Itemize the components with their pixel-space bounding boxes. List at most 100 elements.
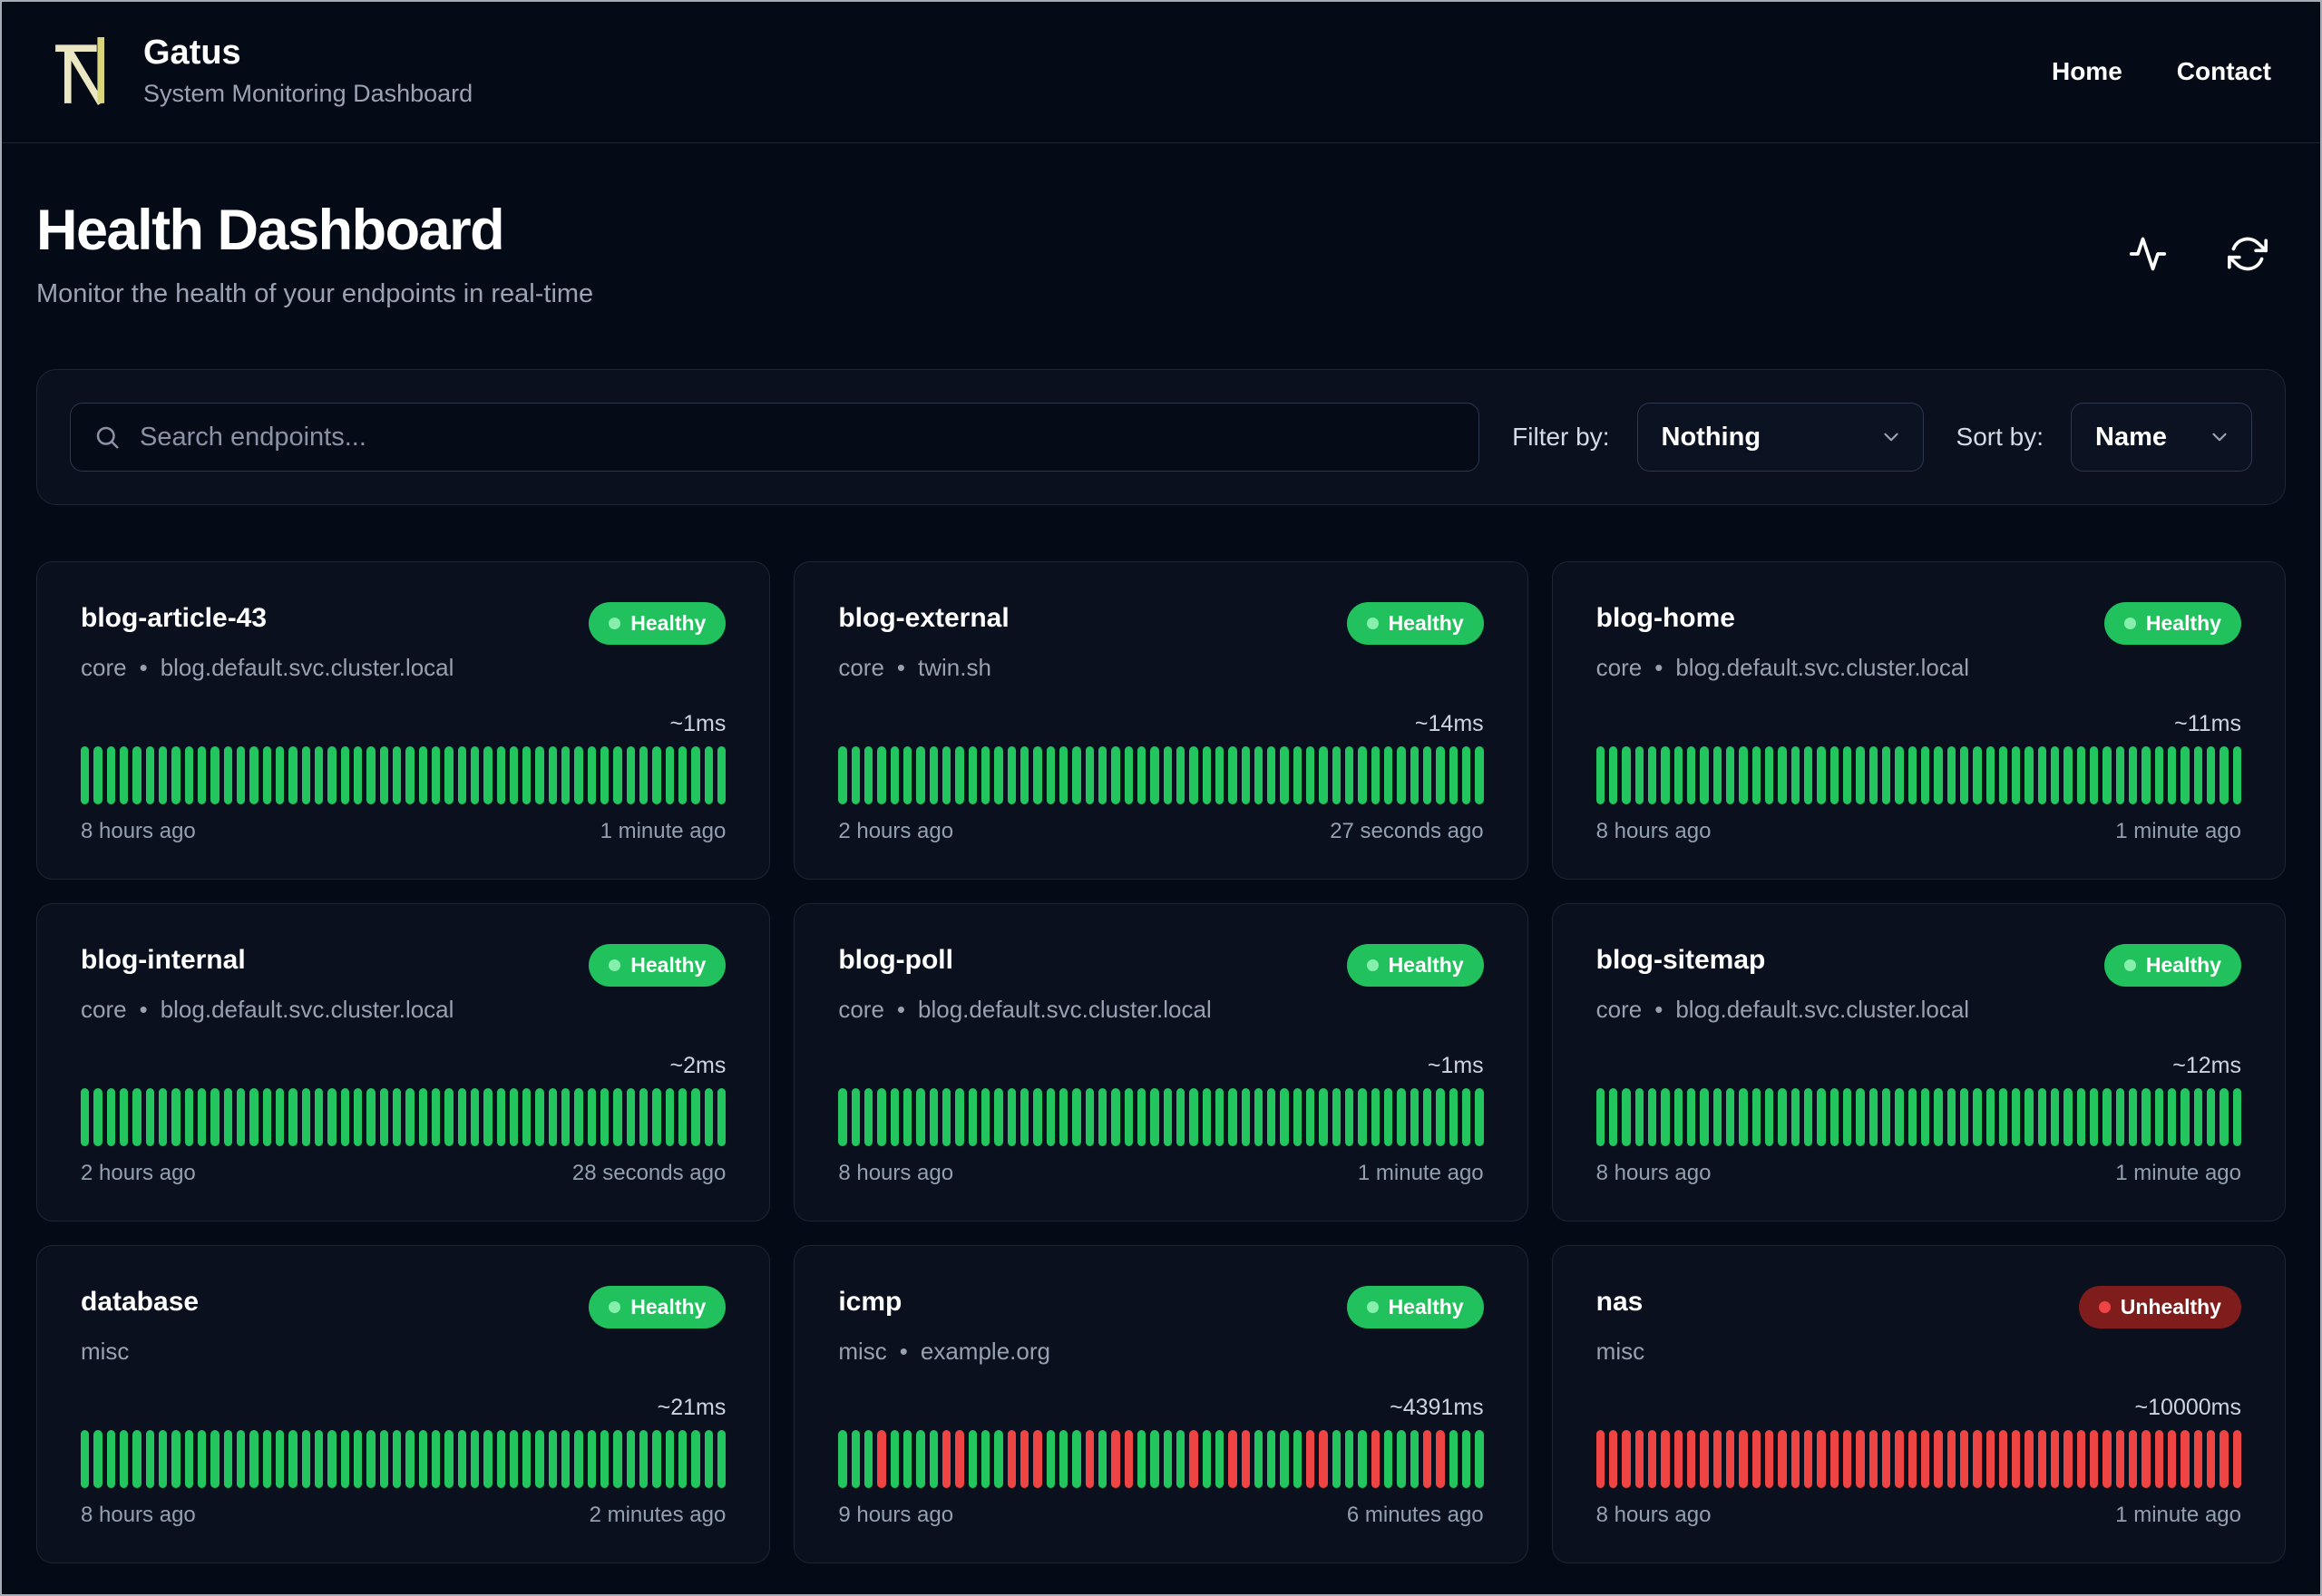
health-bar: [1622, 746, 1631, 804]
health-bar: [981, 746, 990, 804]
endpoint-meta: core • blog.default.svc.cluster.local: [1596, 996, 2241, 1024]
latency-value: ~2ms: [669, 1053, 727, 1078]
health-bar: [1358, 746, 1367, 804]
health-bar: [1176, 746, 1185, 804]
health-bar: [93, 746, 102, 804]
endpoint-name: nas: [1595, 1287, 1644, 1317]
health-bar: [600, 1430, 610, 1488]
health-bar: [1124, 746, 1133, 804]
nav-link-home[interactable]: Home: [2052, 57, 2122, 86]
time-range: 9 hours ago 6 minutes ago: [838, 1503, 1483, 1528]
time-range: 2 hours ago 28 seconds ago: [81, 1161, 726, 1186]
health-bar: [1998, 1088, 2008, 1146]
health-bar: [145, 1088, 154, 1146]
endpoint-card[interactable]: blog-article-43 Healthy core • blog.defa…: [36, 561, 771, 880]
status-badge: Healthy: [1346, 602, 1484, 645]
oldest-timestamp: 9 hours ago: [838, 1503, 954, 1527]
health-bar: [704, 1430, 714, 1488]
endpoint-card[interactable]: icmp Healthy misc • example.org ~4391ms …: [794, 1245, 1528, 1563]
health-bar: [2024, 1088, 2034, 1146]
health-bar: [457, 1430, 466, 1488]
time-range: 8 hours ago 1 minute ago: [838, 1161, 1483, 1186]
endpoint-card[interactable]: blog-external Healthy core • twin.sh ~14…: [794, 561, 1528, 880]
status-badge: Healthy: [2103, 602, 2241, 645]
endpoint-grid: blog-article-43 Healthy core • blog.defa…: [36, 561, 2286, 1563]
health-bar: [431, 1430, 441, 1488]
endpoint-meta: core • blog.default.svc.cluster.local: [1596, 654, 2241, 682]
health-bar: [158, 1088, 168, 1146]
health-bar: [1397, 1430, 1406, 1488]
health-bar: [132, 1088, 141, 1146]
health-bar: [863, 1088, 873, 1146]
health-bar: [158, 1430, 168, 1488]
refresh-icon-button[interactable]: [2228, 234, 2268, 274]
health-bar: [838, 1430, 847, 1488]
health-bar: [2129, 1430, 2138, 1488]
health-bar: [81, 1088, 90, 1146]
health-bar: [613, 1088, 622, 1146]
health-bar: [678, 746, 688, 804]
search-input[interactable]: [70, 403, 1480, 472]
status-label: Healthy: [2145, 953, 2221, 977]
health-bar: [902, 746, 912, 804]
filter-dropdown[interactable]: Nothing: [1636, 403, 1924, 472]
sort-value: Name: [2095, 422, 2167, 452]
health-bar: [262, 1088, 271, 1146]
status-badge: Healthy: [589, 944, 727, 987]
endpoint-card[interactable]: blog-poll Healthy core • blog.default.sv…: [794, 903, 1528, 1221]
activity-icon-button[interactable]: [2128, 234, 2168, 274]
card-header: blog-poll Healthy: [838, 944, 1484, 987]
health-bar: [275, 746, 285, 804]
health-bar: [2090, 746, 2099, 804]
health-bar: [366, 1430, 376, 1488]
health-bar: [1189, 1430, 1198, 1488]
newest-timestamp: 1 minute ago: [2115, 819, 2241, 843]
health-bar: [184, 1088, 193, 1146]
health-bar: [1946, 746, 1956, 804]
oldest-timestamp: 8 hours ago: [81, 819, 196, 843]
health-bar: [1345, 1430, 1354, 1488]
sort-dropdown[interactable]: Name: [2071, 403, 2252, 472]
health-bar: [1673, 746, 1683, 804]
health-bar: [1712, 1088, 1722, 1146]
health-bar: [1215, 746, 1224, 804]
health-bar: [275, 1430, 285, 1488]
filter-label: Filter by:: [1512, 423, 1610, 451]
health-bar: [1293, 746, 1302, 804]
status-badge: Healthy: [2103, 944, 2241, 987]
health-bar: [197, 1088, 207, 1146]
health-bar: [327, 1088, 337, 1146]
health-bar: [1046, 1088, 1055, 1146]
oldest-timestamp: 8 hours ago: [1595, 1503, 1712, 1527]
time-range: 8 hours ago 1 minute ago: [1596, 1503, 2241, 1528]
health-bar: [249, 746, 259, 804]
health-bar: [1634, 746, 1644, 804]
health-bar: [1410, 1430, 1420, 1488]
health-bar: [340, 1088, 349, 1146]
health-bar: [717, 746, 727, 804]
main-content: Health Dashboard Monitor the health of y…: [0, 198, 2322, 1563]
health-bar: [1764, 1430, 1774, 1488]
health-bar: [2207, 746, 2216, 804]
health-bar: [1790, 1088, 1800, 1146]
health-bar: [902, 1430, 912, 1488]
health-bar: [1700, 746, 1709, 804]
endpoint-card[interactable]: nas Unhealthy misc ~10000ms 8 hours ago …: [1551, 1245, 2286, 1563]
endpoint-card[interactable]: blog-home Healthy core • blog.default.sv…: [1551, 561, 2286, 880]
status-dot: [1366, 618, 1379, 629]
latency-value: ~1ms: [1427, 1053, 1484, 1078]
nav-link-contact[interactable]: Contact: [2177, 57, 2271, 86]
health-bar: [2193, 1430, 2203, 1488]
health-bar: [626, 746, 636, 804]
health-bar: [223, 746, 232, 804]
endpoint-card[interactable]: blog-internal Healthy core • blog.defaul…: [36, 903, 771, 1221]
health-bar: [392, 1088, 402, 1146]
endpoint-card[interactable]: blog-sitemap Healthy core • blog.default…: [1551, 903, 2286, 1221]
health-bar: [1345, 746, 1354, 804]
health-bar: [1673, 1088, 1683, 1146]
health-bar: [535, 746, 544, 804]
page-head: Health Dashboard Monitor the health of y…: [36, 198, 2286, 309]
oldest-timestamp: 8 hours ago: [838, 1161, 954, 1185]
endpoint-card[interactable]: database Healthy misc ~21ms 8 hours ago …: [36, 1245, 771, 1563]
status-badge: Unhealthy: [2078, 1286, 2241, 1328]
